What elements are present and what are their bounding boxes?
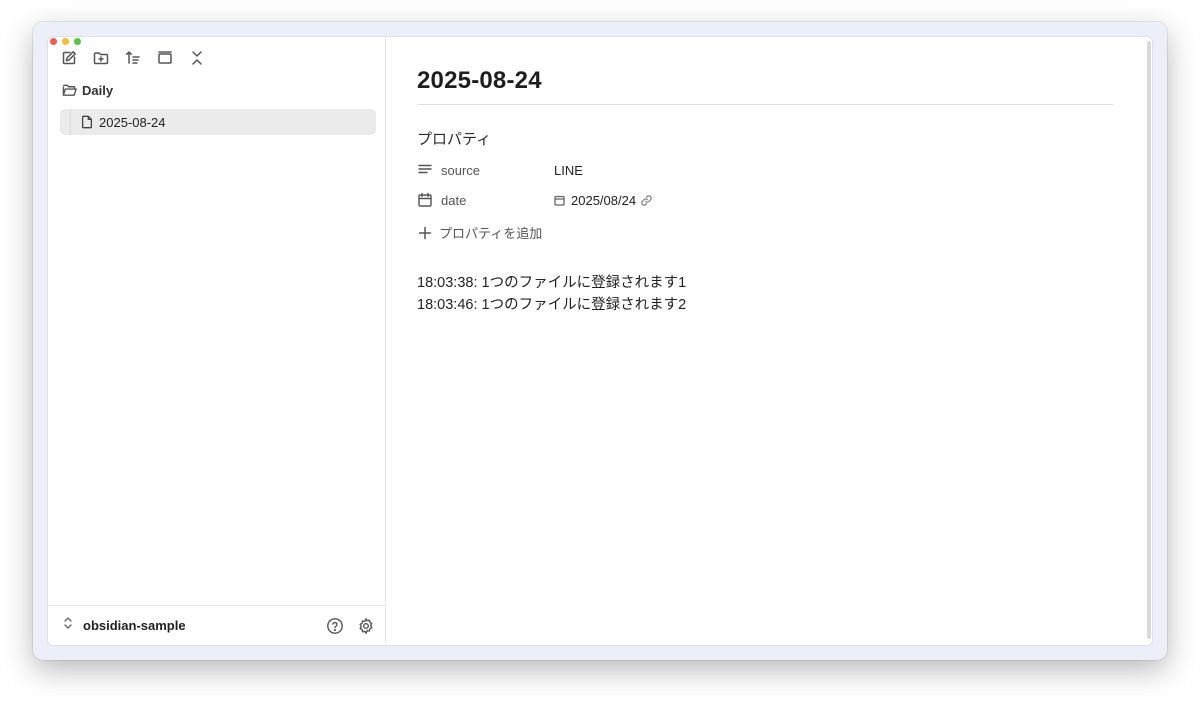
file-explorer-sidebar: Daily 2025-08-24 obsidian-sample	[48, 37, 386, 645]
calendar-icon	[418, 192, 432, 207]
tree-indent-guide	[70, 109, 71, 135]
new-folder-button[interactable]	[92, 49, 110, 67]
properties-heading[interactable]: プロパティ	[417, 128, 491, 149]
file-item-2025-08-24[interactable]: 2025-08-24	[60, 109, 376, 135]
new-folder-icon	[93, 52, 109, 65]
folder-open-icon	[62, 84, 77, 96]
vault-switcher-button[interactable]	[62, 616, 74, 635]
property-key[interactable]: source	[417, 162, 554, 178]
property-key[interactable]: date	[417, 192, 554, 208]
file-icon	[81, 115, 93, 129]
collapse-all-button[interactable]	[188, 49, 206, 67]
note-body-line[interactable]: 18:03:46: 1つのファイルに登録されます2	[417, 293, 686, 314]
text-lines-icon	[418, 164, 432, 174]
property-value[interactable]: 2025/08/24	[554, 193, 653, 208]
link-icon[interactable]	[640, 194, 653, 207]
new-note-icon	[62, 51, 76, 65]
add-property-button[interactable]: プロパティを追加	[418, 223, 542, 242]
zoom-window-button[interactable]	[74, 38, 81, 45]
gear-icon	[359, 618, 373, 634]
vault-name[interactable]: obsidian-sample	[83, 618, 186, 633]
sidebar-footer: obsidian-sample	[48, 605, 385, 645]
window-controls	[50, 38, 81, 45]
note-title[interactable]: 2025-08-24	[417, 67, 542, 95]
collapse-all-icon	[192, 51, 202, 65]
property-value[interactable]: LINE	[554, 163, 583, 178]
auto-reveal-button[interactable]	[156, 49, 174, 67]
new-note-button[interactable]	[60, 49, 78, 67]
calendar-small-icon	[554, 195, 565, 206]
property-value-text: LINE	[554, 162, 583, 178]
note-body-line[interactable]: 18:03:38: 1つのファイルに登録されます1	[417, 271, 686, 292]
close-window-button[interactable]	[50, 38, 57, 45]
title-divider	[417, 104, 1113, 105]
sort-icon	[126, 51, 140, 64]
explorer-toolbar	[60, 49, 206, 67]
property-key-label: source	[441, 162, 481, 178]
add-property-label: プロパティを追加	[439, 226, 543, 241]
settings-button[interactable]	[357, 617, 375, 635]
note-editor: 2025-08-24 プロパティ source LINE date 2025/0…	[387, 37, 1152, 645]
help-icon	[327, 618, 343, 634]
property-row-date: date 2025/08/24	[417, 189, 653, 211]
chevron-up-down-icon	[64, 617, 72, 629]
folder-label: Daily	[82, 83, 114, 98]
folder-daily[interactable]: Daily	[62, 83, 113, 98]
app-window: Daily 2025-08-24 obsidian-sample 2025-08…	[47, 36, 1153, 646]
sort-button[interactable]	[124, 49, 142, 67]
minimize-window-button[interactable]	[62, 38, 69, 45]
auto-reveal-icon	[158, 51, 172, 64]
property-row-source: source LINE	[417, 159, 583, 181]
help-button[interactable]	[326, 617, 344, 635]
editor-scrollbar[interactable]	[1147, 41, 1151, 639]
property-value-text: 2025/08/24	[571, 192, 637, 208]
plus-icon	[418, 226, 432, 239]
property-key-label: date	[441, 192, 467, 208]
file-label: 2025-08-24	[99, 114, 166, 130]
